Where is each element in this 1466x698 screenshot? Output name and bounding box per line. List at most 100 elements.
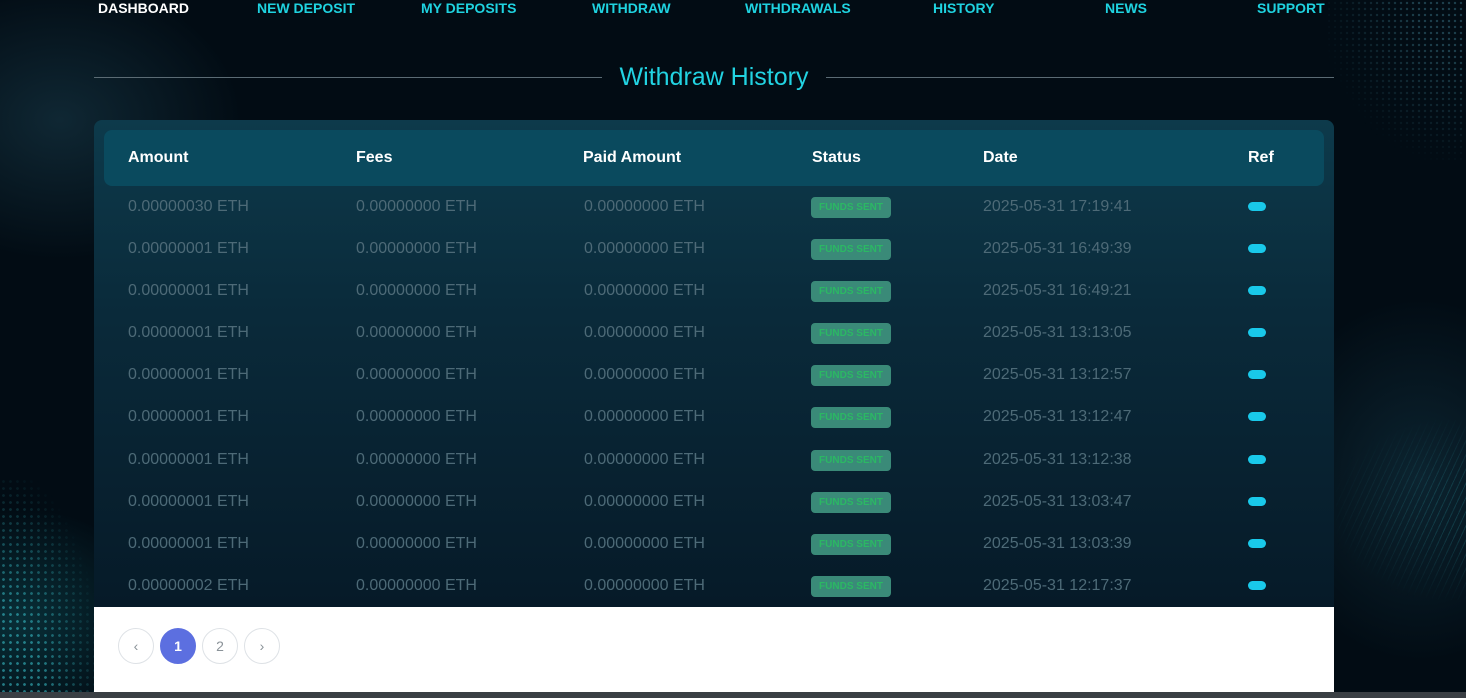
bottom-scroll-bar [0,692,1466,698]
cell-fees: 0.00000000 ETH [356,198,477,215]
withdraw-history-table: Amount Fees Paid Amount Status Date Ref … [94,120,1334,608]
cell-paid-amount: 0.00000000 ETH [584,451,705,468]
column-header-date: Date [983,149,1018,166]
reference-pill-icon[interactable] [1248,455,1266,464]
status-badge: FUNDS SENT [811,407,891,428]
status-badge: FUNDS SENT [811,365,891,386]
cell-fees: 0.00000000 ETH [356,535,477,552]
status-badge: FUNDS SENT [811,239,891,260]
decorative-wave-pattern [1336,420,1466,600]
table-row: 0.00000002 ETH 0.00000000 ETH 0.00000000 E… [94,565,1334,607]
nav-news[interactable]: NEWS [1105,0,1147,16]
table-row: 0.00000001 ETH 0.00000000 ETH 0.00000000 E… [94,354,1334,396]
reference-pill-icon[interactable] [1248,412,1266,421]
pagination-page-1[interactable]: 1 [160,628,196,664]
nav-withdraw[interactable]: WITHDRAW [592,0,671,16]
cell-fees: 0.00000000 ETH [356,577,477,594]
cell-fees: 0.00000000 ETH [356,240,477,257]
cell-paid-amount: 0.00000000 ETH [584,535,705,552]
column-header-amount: Amount [128,149,189,166]
cell-date: 2025-05-31 16:49:21 [983,282,1132,299]
cell-paid-amount: 0.00000000 ETH [584,282,705,299]
table-row: 0.00000001 ETH 0.00000000 ETH 0.00000000 E… [94,228,1334,270]
reference-pill-icon[interactable] [1248,286,1266,295]
column-header-paid-amount: Paid Amount [583,149,682,166]
cell-date: 2025-05-31 12:17:37 [983,577,1132,594]
nav-support[interactable]: SUPPORT [1257,0,1325,16]
cell-date: 2025-05-31 13:13:05 [983,324,1132,341]
cell-date: 2025-05-31 13:03:39 [983,535,1132,552]
column-header-fees: Fees [356,149,393,166]
cell-amount: 0.00000001 ETH [128,535,249,552]
chevron-right-icon: › [259,638,265,654]
cell-fees: 0.00000000 ETH [356,282,477,299]
status-badge: FUNDS SENT [811,281,891,302]
cell-fees: 0.00000000 ETH [356,366,477,383]
cell-date: 2025-05-31 13:03:47 [983,493,1132,510]
cell-fees: 0.00000000 ETH [356,408,477,425]
decorative-dot-pattern-right [1326,0,1466,160]
cell-amount: 0.00000001 ETH [128,408,249,425]
page-title-row: Withdraw History [94,58,1335,96]
status-badge: FUNDS SENT [811,450,891,471]
cell-amount: 0.00000002 ETH [128,577,249,594]
table-row: 0.00000001 ETH 0.00000000 ETH 0.00000000 E… [94,312,1334,354]
reference-pill-icon[interactable] [1248,539,1266,548]
reference-pill-icon[interactable] [1248,244,1266,253]
cell-paid-amount: 0.00000000 ETH [584,198,705,215]
cell-date: 2025-05-31 13:12:47 [983,408,1132,425]
title-divider-right [826,76,1335,78]
cell-paid-amount: 0.00000000 ETH [584,324,705,341]
cell-date: 2025-05-31 16:49:39 [983,240,1132,257]
table-row: 0.00000001 ETH 0.00000000 ETH 0.00000000 E… [94,396,1334,438]
column-header-ref: Ref [1248,149,1274,166]
pagination-area: ‹ 1 2 › [94,607,1334,698]
status-badge: FUNDS SENT [811,576,891,597]
table-row: 0.00000001 ETH 0.00000000 ETH 0.00000000 E… [94,481,1334,523]
main-nav: DASHBOARD NEW DEPOSIT MY DEPOSITS WITHDR… [96,0,1325,18]
cell-fees: 0.00000000 ETH [356,493,477,510]
pagination-page-2[interactable]: 2 [202,628,238,664]
status-badge: FUNDS SENT [811,323,891,344]
nav-my-deposits[interactable]: MY DEPOSITS [421,0,516,16]
table-row: 0.00000001 ETH 0.00000000 ETH 0.00000000 E… [94,439,1334,481]
status-badge: FUNDS SENT [811,492,891,513]
reference-pill-icon[interactable] [1248,581,1266,590]
cell-paid-amount: 0.00000000 ETH [584,240,705,257]
pagination-prev-button[interactable]: ‹ [118,628,154,664]
cell-paid-amount: 0.00000000 ETH [584,577,705,594]
nav-new-deposit[interactable]: NEW DEPOSIT [257,0,355,16]
nav-dashboard[interactable]: DASHBOARD [98,0,189,16]
cell-amount: 0.00000001 ETH [128,451,249,468]
cell-date: 2025-05-31 17:19:41 [983,198,1132,215]
cell-paid-amount: 0.00000000 ETH [584,493,705,510]
cell-date: 2025-05-31 13:12:57 [983,366,1132,383]
reference-pill-icon[interactable] [1248,202,1266,211]
nav-withdrawals[interactable]: WITHDRAWALS [745,0,851,16]
cell-fees: 0.00000000 ETH [356,451,477,468]
cell-amount: 0.00000001 ETH [128,282,249,299]
cell-paid-amount: 0.00000000 ETH [584,408,705,425]
table-row: 0.00000001 ETH 0.00000000 ETH 0.00000000 E… [94,270,1334,312]
table-row: 0.00000030 ETH 0.00000000 ETH 0.00000000 E… [94,186,1334,228]
reference-pill-icon[interactable] [1248,370,1266,379]
cell-amount: 0.00000001 ETH [128,366,249,383]
cell-paid-amount: 0.00000000 ETH [584,366,705,383]
reference-pill-icon[interactable] [1248,497,1266,506]
reference-pill-icon[interactable] [1248,328,1266,337]
table-row: 0.00000001 ETH 0.00000000 ETH 0.00000000 E… [94,523,1334,565]
chevron-left-icon: ‹ [133,638,139,654]
pagination-next-button[interactable]: › [244,628,280,664]
title-divider-left [94,76,602,78]
table-header: Amount Fees Paid Amount Status Date Ref [104,130,1324,186]
page: DASHBOARD NEW DEPOSIT MY DEPOSITS WITHDR… [0,0,1466,698]
page-title: Withdraw History [619,62,809,91]
cell-amount: 0.00000030 ETH [128,198,249,215]
nav-history[interactable]: HISTORY [933,0,994,16]
status-badge: FUNDS SENT [811,534,891,555]
cell-amount: 0.00000001 ETH [128,324,249,341]
column-header-status: Status [812,149,861,166]
cell-date: 2025-05-31 13:12:38 [983,451,1132,468]
decorative-dot-pattern [0,478,100,698]
cell-fees: 0.00000000 ETH [356,324,477,341]
